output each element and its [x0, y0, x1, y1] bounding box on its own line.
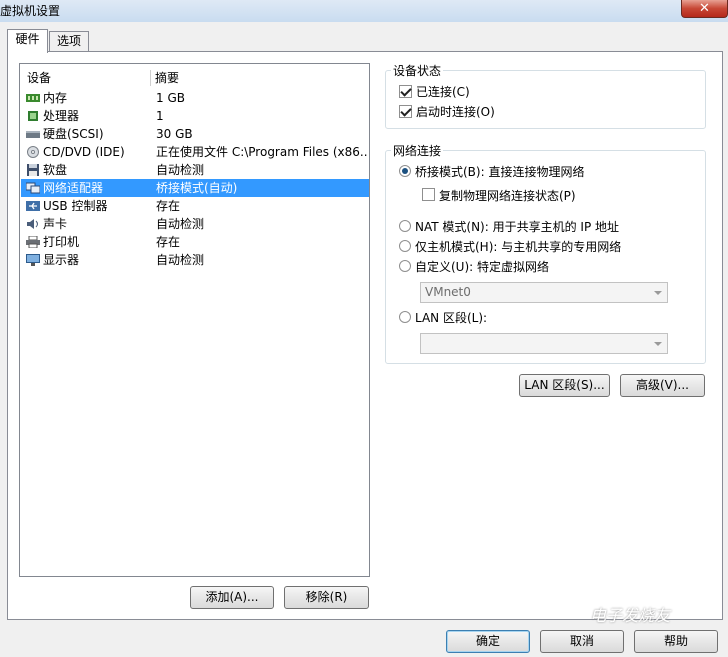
sound-card-icon [27, 219, 38, 229]
device-row-hard-disk[interactable]: 硬盘(SCSI) 30 GB [21, 125, 369, 143]
device-list[interactable]: 设备 摘要 内存 1 GB 处理器 1 硬盘(SCSI) 30 GB CD/DV… [19, 63, 370, 577]
bridged-label[interactable]: 桥接模式(B): 直接连接物理网络 [415, 163, 584, 180]
lan-segment-select[interactable] [420, 333, 668, 354]
close-button[interactable]: ✕ [681, 0, 728, 18]
help-button[interactable]: 帮助 [634, 630, 718, 653]
tab-options-label: 选项 [56, 34, 81, 48]
list-header: 设备 摘要 [20, 70, 369, 86]
cd-dvd-icon [27, 146, 39, 158]
tab-hardware-label: 硬件 [15, 32, 40, 46]
nat-label[interactable]: NAT 模式(N): 用于共享主机的 IP 地址 [415, 218, 619, 235]
ok-button[interactable]: 确定 [446, 630, 530, 653]
tab-hardware[interactable]: 硬件 [7, 29, 48, 53]
add-device-button[interactable]: 添加(A)... [190, 586, 274, 609]
device-row-floppy[interactable]: 软盘 自动检测 [21, 161, 369, 179]
device-row-memory[interactable]: 内存 1 GB [21, 89, 369, 107]
watermark: 电子发烧友 [590, 606, 671, 625]
device-name: 打印机 [43, 235, 80, 249]
window-title: 虚拟机设置 [0, 4, 61, 18]
device-summary: 1 GB [156, 91, 185, 105]
device-name: 网络适配器 [43, 181, 104, 195]
device-row-processor[interactable]: 处理器 1 [21, 107, 369, 125]
device-summary: 自动检测 [156, 253, 205, 267]
device-name: 声卡 [43, 217, 68, 231]
custom-radio[interactable] [399, 260, 411, 272]
remove-device-button[interactable]: 移除(R) [284, 586, 369, 609]
connected-checkbox[interactable] [399, 85, 412, 98]
network-connection-group [385, 150, 706, 364]
column-separator[interactable] [150, 70, 151, 86]
device-row-usb[interactable]: USB 控制器 存在 [21, 197, 369, 215]
device-status-title: 设备状态 [391, 62, 444, 79]
device-name: 内存 [43, 91, 68, 105]
device-name: CD/DVD (IDE) [43, 145, 125, 159]
network-adapter-icon [26, 182, 40, 194]
bridged-radio[interactable] [399, 165, 411, 177]
cancel-button[interactable]: 取消 [540, 630, 624, 653]
display-icon [26, 254, 40, 266]
usb-icon [26, 201, 40, 211]
tab-options[interactable]: 选项 [49, 31, 89, 52]
title-bar: 虚拟机设置 ✕ [0, 0, 728, 22]
device-summary: 自动检测 [156, 217, 205, 231]
chevron-down-icon [654, 291, 662, 295]
vmnet-select[interactable]: VMnet0 [420, 282, 668, 303]
host-only-radio[interactable] [399, 240, 411, 252]
lan-segments-button[interactable]: LAN 区段(S)... [519, 374, 610, 397]
replicate-state-label[interactable]: 复制物理网络连接状态(P) [439, 187, 576, 204]
memory-icon [26, 94, 40, 102]
device-summary: 自动检测 [156, 163, 205, 177]
device-summary: 正在使用文件 C:\Program Files (x86... [156, 145, 368, 159]
floppy-icon [27, 164, 39, 176]
device-name: 显示器 [43, 253, 80, 267]
chevron-down-icon [654, 342, 662, 346]
device-name: 硬盘(SCSI) [43, 127, 104, 141]
device-name: USB 控制器 [43, 199, 108, 213]
lan-segment-label[interactable]: LAN 区段(L): [415, 309, 487, 326]
close-icon: ✕ [699, 1, 710, 16]
device-row-display[interactable]: 显示器 自动检测 [21, 251, 369, 269]
device-name: 软盘 [43, 163, 68, 177]
nat-radio[interactable] [399, 220, 411, 232]
network-connection-title: 网络连接 [391, 142, 444, 159]
device-row-sound-card[interactable]: 声卡 自动检测 [21, 215, 369, 233]
processor-icon [28, 111, 38, 121]
advanced-button[interactable]: 高级(V)... [620, 374, 705, 397]
device-summary: 30 GB [156, 127, 193, 141]
device-summary: 桥接模式(自动) [156, 181, 238, 195]
connected-label[interactable]: 已连接(C) [416, 83, 470, 100]
printer-icon [26, 236, 40, 248]
device-name: 处理器 [43, 109, 80, 123]
device-row-printer[interactable]: 打印机 存在 [21, 233, 369, 251]
hard-disk-icon [26, 131, 40, 138]
vmnet-select-value: VMnet0 [425, 285, 471, 299]
device-summary: 存在 [156, 199, 181, 213]
device-summary: 1 [156, 109, 164, 123]
column-header-device[interactable]: 设备 [27, 70, 51, 86]
column-header-summary[interactable]: 摘要 [155, 70, 179, 86]
replicate-state-checkbox[interactable] [422, 188, 435, 201]
custom-label[interactable]: 自定义(U): 特定虚拟网络 [415, 258, 549, 275]
connect-at-power-on-label[interactable]: 启动时连接(O) [416, 103, 495, 120]
host-only-label[interactable]: 仅主机模式(H): 与主机共享的专用网络 [415, 238, 621, 255]
device-row-cd-dvd[interactable]: CD/DVD (IDE) 正在使用文件 C:\Program Files (x8… [21, 143, 369, 161]
lan-segment-radio[interactable] [399, 311, 411, 323]
connect-at-power-on-checkbox[interactable] [399, 105, 412, 118]
device-row-network-adapter[interactable]: 网络适配器 桥接模式(自动) [21, 179, 369, 197]
device-summary: 存在 [156, 235, 181, 249]
